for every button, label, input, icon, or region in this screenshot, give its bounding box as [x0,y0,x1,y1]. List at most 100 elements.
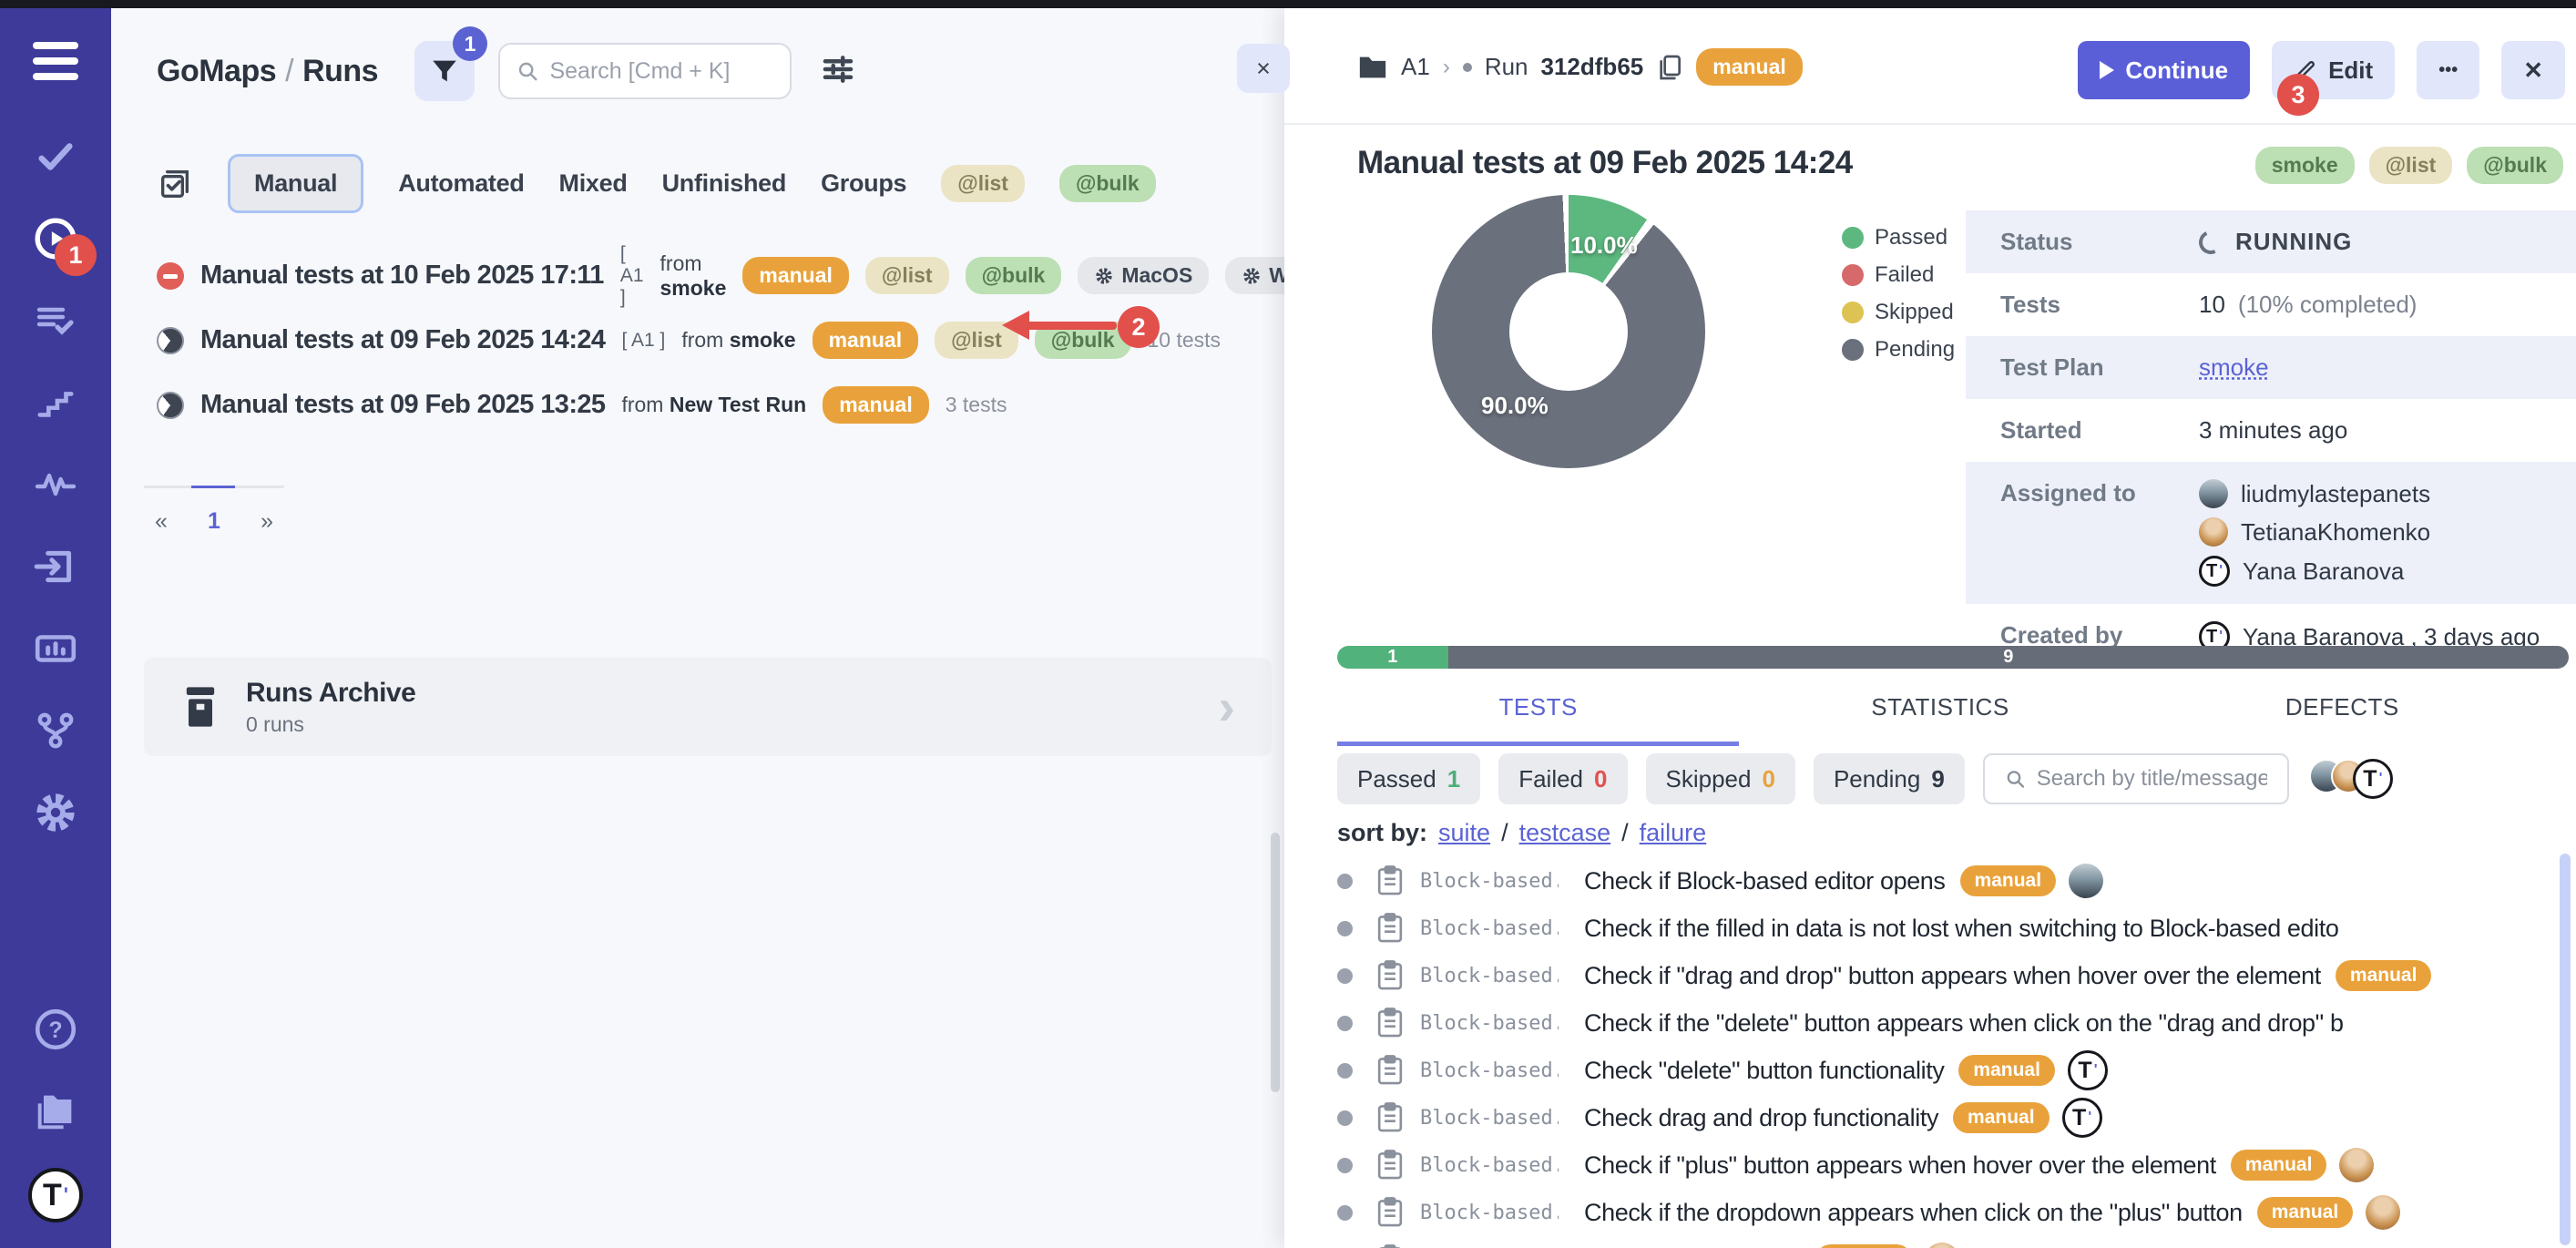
page-current[interactable]: 1 [208,508,220,535]
filter-passed[interactable]: Passed1 [1337,753,1480,804]
run-summary: Status RUNNING Tests 10(10% completed) T… [1966,210,2576,670]
tests-search-input[interactable] [2037,766,2267,792]
sidebar-item-activity[interactable] [30,459,81,510]
header-divider [1284,123,2576,125]
run-detail-panel: A1 › Run 312dfb65 manual Continue Edit •… [1284,8,2576,1248]
chart-legend: Passed Failed Skipped Pending [1842,225,1955,363]
project-name[interactable]: GoMaps [157,54,276,88]
page-prev-button[interactable]: « [144,508,179,535]
test-plan-link[interactable]: smoke [2199,353,2269,382]
sidebar-item-import[interactable] [30,541,81,592]
test-row[interactable]: Block-based... Check if the dropdown app… [1337,1189,2569,1236]
runs-archive-card[interactable]: Runs Archive 0 runs › [144,658,1272,756]
breadcrumb-project[interactable]: A1 [1401,53,1430,81]
run-detail-title: Manual tests at 09 Feb 2025 14:24 [1357,145,1853,181]
run-type-badge: manual [823,386,929,424]
test-case-icon [1376,1055,1404,1086]
more-button[interactable]: ••• [2417,41,2479,99]
sort-by-failure[interactable]: failure [1640,819,1707,847]
left-panel-scrollbar[interactable] [1271,833,1280,1092]
tag-filter-bulk[interactable]: @bulk [1059,165,1156,202]
test-row[interactable]: Block-based... Check "delete" button fun… [1337,1047,2569,1094]
pulse-icon [34,463,77,506]
tab-groups[interactable]: Groups [821,169,906,198]
tests-scrollbar[interactable] [2560,854,2571,1245]
assignee-avatars-stack[interactable]: T' [2322,759,2393,799]
avatar [2366,1195,2400,1230]
panel-close-button[interactable]: × [1237,44,1290,93]
test-row[interactable]: Block-based... Check if "drag and drop" … [1337,952,2569,999]
test-row[interactable]: Block-based... Check if Block-based edit… [1337,857,2569,905]
sidebar-item-integrations[interactable] [30,705,81,756]
tag-list[interactable]: @list [2369,147,2453,184]
filter-button[interactable]: 1 [414,41,475,101]
sidebar-item-settings[interactable] [30,787,81,838]
display-settings-button[interactable] [819,50,857,93]
test-type-badge: manual [1815,1244,1912,1248]
filter-skipped[interactable]: Skipped0 [1646,753,1795,804]
tag-smoke[interactable]: smoke [2255,147,2355,184]
sort-by-suite[interactable]: suite [1438,819,1490,847]
sidebar-item-test-cases[interactable] [30,131,81,182]
summary-assigned-row: Assigned to liudmylastepanets TetianaKho… [1966,462,2576,604]
run-tag-bulk: @bulk [966,257,1062,294]
bar-chart-icon [33,626,78,671]
tag-filter-list[interactable]: @list [941,165,1025,202]
summary-started-row: Started 3 minutes ago [1966,399,2576,462]
menu-hamburger-icon[interactable] [33,42,78,80]
steps-icon [35,382,77,424]
legend-dot-pending [1842,339,1864,361]
tab-tests[interactable]: TESTS [1337,693,1739,746]
search-input[interactable] [549,58,773,85]
archive-box-icon [180,683,220,731]
run-title: Manual tests at 09 Feb 2025 13:25 [200,390,605,420]
test-row[interactable]: Block-based... Check if "plus" button ap… [1337,1141,2569,1189]
tab-unfinished[interactable]: Unfinished [662,169,787,198]
test-row[interactable]: Block-based... Check if the filled in da… [1337,905,2569,952]
run-source: from smoke [681,328,795,353]
test-row[interactable]: Block-based... Check if the element manu… [1337,1236,2569,1248]
run-row-3[interactable]: Manual tests at 09 Feb 2025 13:25 from N… [157,373,1277,437]
sliders-icon [819,50,857,88]
test-status-pending-icon [1337,874,1353,889]
page-next-button[interactable]: » [250,508,284,535]
tab-statistics[interactable]: STATISTICS [1739,693,2141,746]
run-progress-bar[interactable]: 1 9 [1337,646,2569,669]
archive-texts: Runs Archive 0 runs [246,678,415,737]
tab-mixed[interactable]: Mixed [559,169,628,198]
copy-icon[interactable] [1656,53,1683,82]
continue-button[interactable]: Continue [2078,41,2250,99]
assignee[interactable]: liudmylastepanets [2199,479,2430,508]
run-row-2[interactable]: Manual tests at 09 Feb 2025 14:24 [ A1 ]… [157,308,1277,373]
filter-pending[interactable]: Pending9 [1814,753,1965,804]
sidebar-item-milestones[interactable] [30,377,81,428]
user-avatar[interactable]: T' [28,1168,83,1222]
summary-status-row: Status RUNNING [1966,210,2576,273]
tab-defects[interactable]: DEFECTS [2142,693,2543,746]
sidebar-item-test-plans[interactable] [30,295,81,346]
annotation-arrow-head [1002,311,1029,340]
select-all-icon[interactable] [157,166,193,202]
tab-automated[interactable]: Automated [398,169,524,198]
assignee[interactable]: TetianaKhomenko [2199,517,2430,547]
tab-manual[interactable]: Manual [228,154,363,213]
test-case-icon [1376,913,1404,944]
test-suite: Block-based... [1420,965,1559,987]
run-row-1[interactable]: Manual tests at 10 Feb 2025 17:11 [ A1 ]… [157,243,1277,308]
test-row[interactable]: Block-based... Check drag and drop funct… [1337,1094,2569,1141]
help-button[interactable]: ? [30,1004,81,1055]
close-button[interactable]: ✕ [2501,41,2565,99]
projects-button[interactable] [30,1086,81,1137]
detail-tabs: TESTS STATISTICS DEFECTS [1337,693,2543,746]
play-icon [2100,61,2114,79]
test-row[interactable]: Block-based... Check if the "delete" but… [1337,999,2569,1047]
tag-bulk[interactable]: @bulk [2467,147,2563,184]
sort-by-testcase[interactable]: testcase [1519,819,1611,847]
test-title: Check if the "delete" button appears whe… [1584,1009,2344,1038]
filter-failed[interactable]: Failed0 [1498,753,1627,804]
run-env-macos: MacOS [1078,257,1209,294]
sidebar-item-reports[interactable] [30,623,81,674]
assignee[interactable]: T'Yana Baranova [2199,556,2430,587]
run-ref: [ A1 ] [620,243,644,309]
test-status-pending-icon [1337,1158,1353,1173]
